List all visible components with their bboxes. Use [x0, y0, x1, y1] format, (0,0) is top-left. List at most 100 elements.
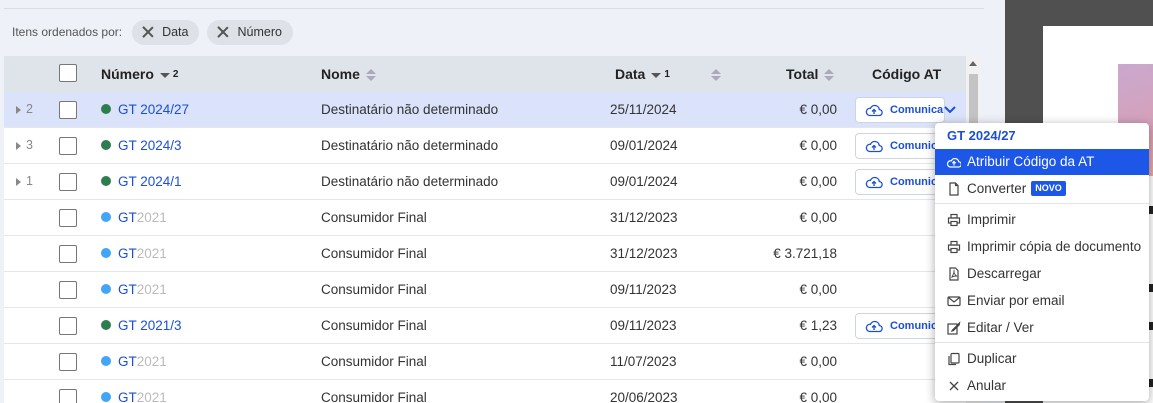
- row-expander[interactable]: 3: [16, 128, 33, 164]
- table-row[interactable]: GT2021 Consumidor Final 11/07/2023 € 0,00: [4, 344, 966, 380]
- table-row[interactable]: GT2021 Consumidor Final 31/12/2023 € 0,00: [4, 200, 966, 236]
- table-header: Número 2 Nome Data 1 Total Código AT: [4, 56, 981, 92]
- communicate-at-button[interactable]: Comunicar: [855, 313, 945, 339]
- name-cell: Destinatário não determinado: [321, 138, 499, 153]
- row-checkbox[interactable]: [59, 353, 77, 371]
- document-number-link[interactable]: GT 2021/3: [118, 318, 182, 333]
- date-cell: 20/06/2023: [610, 390, 678, 403]
- row-checkbox[interactable]: [59, 281, 77, 299]
- row-expander[interactable]: 1: [16, 164, 33, 200]
- table-row[interactable]: GT2021 Consumidor Final 20/06/2023 € 0,00: [4, 380, 966, 403]
- row-checkbox[interactable]: [59, 317, 77, 335]
- document-number-link[interactable]: GT 2024/27: [118, 102, 189, 117]
- documents-table: Número 2 Nome Data 1 Total Código AT 2 GT 2…: [4, 56, 981, 403]
- row-checkbox[interactable]: [59, 137, 77, 155]
- table-row[interactable]: GT 2021/3 Consumidor Final 09/11/2023 € 1,2…: [4, 308, 966, 344]
- total-cell: € 0,00: [799, 210, 837, 225]
- new-badge: NOVO: [1031, 180, 1066, 196]
- scroll-up-icon[interactable]: [969, 61, 977, 66]
- status-dot: [101, 176, 111, 187]
- number-cell: GT 2024/3: [101, 128, 182, 164]
- table-row[interactable]: GT2021 Consumidor Final 09/11/2023 € 0,00: [4, 272, 966, 308]
- status-dot: [101, 356, 111, 367]
- date-cell: 09/11/2023: [610, 318, 677, 333]
- row-checkbox[interactable]: [59, 101, 77, 119]
- name-cell: Consumidor Final: [321, 354, 427, 369]
- remove-icon: [217, 26, 229, 38]
- document-number-link[interactable]: GT: [118, 246, 137, 261]
- document-number-link[interactable]: GT 2024/3: [118, 138, 182, 153]
- name-cell: Consumidor Final: [321, 390, 427, 403]
- document-number-suffix: 2021: [136, 354, 167, 369]
- name-cell: Consumidor Final: [321, 282, 427, 297]
- document-icon: [949, 182, 959, 196]
- edit-icon: [947, 321, 961, 335]
- main-content: Itens ordenados por: Data Número Número 2…: [0, 0, 1005, 403]
- total-cell: € 0,00: [799, 354, 837, 369]
- menu-item-atribuir-codigo-da-at[interactable]: Atribuir Código da AT: [935, 149, 1149, 175]
- table-row[interactable]: GT2021 Consumidor Final 31/12/2023 € 3.721,…: [4, 236, 966, 272]
- row-checkbox[interactable]: [59, 209, 77, 227]
- chip-label: Número: [237, 25, 282, 39]
- date-cell: 31/12/2023: [610, 210, 678, 225]
- document-number-link[interactable]: GT: [118, 390, 137, 403]
- menu-item-imprimir-copia-de-documento[interactable]: Imprimir cópia de documento: [935, 234, 1149, 260]
- sort-chip-data[interactable]: Data: [132, 19, 200, 45]
- date-cell: 09/01/2024: [610, 138, 678, 153]
- menu-item-label: Converter: [967, 181, 1027, 196]
- table-row[interactable]: 1 GT 2024/1 Destinatário não determinado 09…: [4, 164, 966, 200]
- document-number-link[interactable]: GT: [118, 282, 137, 297]
- column-header-numero[interactable]: Número 2: [101, 56, 178, 92]
- status-dot: [101, 248, 111, 259]
- row-context-menu: GT 2024/27 Atribuir Código da AT Converte…: [935, 123, 1149, 401]
- document-number-link[interactable]: GT: [118, 354, 137, 369]
- sort-desc-icon: [651, 72, 662, 78]
- select-all-checkbox[interactable]: [59, 64, 77, 82]
- menu-item-anular[interactable]: Anular: [935, 373, 1149, 399]
- document-number-link[interactable]: GT: [118, 210, 137, 225]
- printer-icon: [947, 213, 961, 227]
- number-cell: GT 2024/1: [101, 164, 182, 200]
- cloud-upload-icon: [865, 104, 883, 117]
- menu-separator: [935, 203, 1149, 204]
- table-row[interactable]: 3 GT 2024/3 Destinatário não determinado 09…: [4, 128, 966, 164]
- row-checkbox[interactable]: [59, 245, 77, 263]
- column-header-total[interactable]: Total: [786, 56, 835, 92]
- communicate-at-button[interactable]: Comunicar: [855, 133, 945, 159]
- row-checkbox[interactable]: [59, 389, 77, 403]
- sort-chip-numero[interactable]: Número: [207, 19, 293, 45]
- communicate-at-button[interactable]: Comunicar: [855, 97, 945, 123]
- cloud-upload-icon: [947, 158, 961, 168]
- menu-item-editar-ver[interactable]: Editar / Ver: [935, 315, 1149, 341]
- document-number-suffix: 2021: [136, 210, 167, 225]
- cloud-upload-icon: [865, 320, 883, 333]
- name-cell: Destinatário não determinado: [321, 174, 499, 189]
- pdf-icon: [949, 267, 959, 281]
- column-sort-toggle[interactable]: [705, 56, 721, 92]
- sort-order: 1: [664, 69, 670, 81]
- remove-icon: [142, 26, 154, 38]
- child-count: 1: [26, 174, 33, 188]
- total-cell: € 0,00: [799, 390, 837, 403]
- number-cell: GT 2024/27: [101, 92, 189, 128]
- table-row[interactable]: 2 GT 2024/27 Destinatário não determinado 2…: [4, 92, 966, 128]
- total-cell: € 0,00: [799, 174, 837, 189]
- copy-icon: [948, 352, 960, 366]
- menu-item-imprimir[interactable]: Imprimir: [935, 207, 1149, 233]
- menu-item-converter[interactable]: Converter NOVO: [935, 176, 1149, 202]
- cloud-upload-icon: [865, 176, 883, 189]
- status-dot: [101, 104, 111, 115]
- sort-filter-bar: Itens ordenados por: Data Número: [12, 19, 301, 45]
- column-header-data[interactable]: Data 1: [615, 56, 670, 92]
- column-header-nome[interactable]: Nome: [321, 56, 376, 92]
- total-cell: € 0,00: [799, 282, 837, 297]
- menu-item-enviar-por-email[interactable]: Enviar por email: [935, 288, 1149, 314]
- document-number-link[interactable]: GT 2024/1: [118, 174, 182, 189]
- menu-item-duplicar[interactable]: Duplicar: [935, 346, 1149, 372]
- communicate-at-button[interactable]: Comunicar: [855, 169, 945, 195]
- row-checkbox[interactable]: [59, 173, 77, 191]
- row-expander[interactable]: 2: [16, 92, 33, 128]
- status-dot: [101, 392, 111, 403]
- menu-item-descarregar[interactable]: Descarregar: [935, 261, 1149, 287]
- chip-label: Data: [162, 25, 189, 39]
